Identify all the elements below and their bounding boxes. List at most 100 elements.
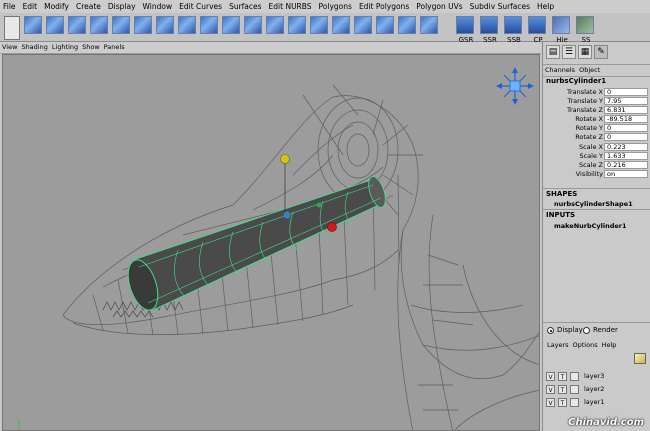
channel-row[interactable]: Translate Z 6.831	[543, 106, 650, 115]
layer-menu-options[interactable]: Options	[573, 341, 598, 349]
menu-edit-curves[interactable]: Edit Curves	[176, 2, 225, 11]
layer-menu-help[interactable]: Help	[602, 341, 617, 349]
shelf-tool-icon[interactable]	[222, 16, 240, 34]
layer-name[interactable]: layer3	[584, 372, 604, 381]
watermark: Chinavid.com	[568, 417, 644, 428]
channel-value-field[interactable]: 0.223	[604, 142, 648, 151]
layer-template-toggle[interactable]: T	[558, 385, 567, 394]
shelf-tool-cp[interactable]: CP	[528, 16, 546, 44]
create-new-layer-icon[interactable]	[634, 353, 646, 364]
render-layer-radio[interactable]	[583, 327, 590, 334]
shelf-tab-selector[interactable]	[4, 16, 20, 40]
show-attribute-editor-icon[interactable]: ☰	[562, 45, 576, 59]
menu-display[interactable]: Display	[105, 2, 139, 11]
panel-menu-shading[interactable]: Shading	[19, 43, 49, 51]
channel-object-name[interactable]: nurbsCylinder1	[546, 77, 606, 85]
shelf-tool-icon[interactable]	[156, 16, 174, 34]
layer-color-swatch[interactable]	[570, 398, 579, 407]
shelf-tool-icon[interactable]	[200, 16, 218, 34]
layer-template-toggle[interactable]: T	[558, 372, 567, 381]
channel-value-field[interactable]: 1.633	[604, 151, 648, 160]
shelf-tool-gsr[interactable]: GSR	[456, 16, 474, 44]
show-tool-settings-icon[interactable]: ▦	[578, 45, 592, 59]
channel-row[interactable]: Scale Z 0.216	[543, 160, 650, 170]
perspective-viewport[interactable]	[2, 54, 540, 431]
input-node-name[interactable]: makeNurbCylinder1	[554, 222, 627, 230]
display-layer-radio[interactable]	[547, 327, 554, 334]
channel-value-field[interactable]: 0	[604, 124, 648, 133]
channel-row[interactable]: Rotate X -89.518	[543, 115, 650, 124]
shape-node-name[interactable]: nurbsCylinderShape1	[554, 200, 633, 208]
channel-value-field[interactable]: 0	[604, 133, 648, 142]
shelf-tool-hie[interactable]: Hie	[552, 16, 570, 44]
channel-value-field[interactable]: on	[604, 169, 648, 178]
shelf-tool-icon[interactable]	[46, 16, 64, 34]
layer-row[interactable]: V T layer2	[546, 384, 648, 395]
shelf-tool-icon[interactable]	[288, 16, 306, 34]
layer-visibility-toggle[interactable]: V	[546, 372, 555, 381]
layer-menu-layers[interactable]: Layers	[547, 341, 569, 349]
shelf-tool-icon[interactable]	[332, 16, 350, 34]
channel-row[interactable]: Scale X 0.223	[543, 142, 650, 152]
show-channel-box-icon[interactable]: ▤	[546, 45, 560, 59]
shelf-tool-icon[interactable]	[112, 16, 130, 34]
menu-window[interactable]: Window	[140, 2, 176, 11]
layer-row[interactable]: V T layer1	[546, 397, 648, 408]
layer-name[interactable]: layer2	[584, 385, 604, 394]
channel-menu-object[interactable]: Object	[577, 66, 602, 74]
channel-row[interactable]: Visibility on	[543, 169, 650, 179]
menu-help[interactable]: Help	[534, 2, 557, 11]
shelf-tool-icon[interactable]	[376, 16, 394, 34]
view-axis-compass[interactable]	[496, 67, 534, 105]
shelf-tool-icon[interactable]	[68, 16, 86, 34]
panel-splitter[interactable]	[543, 322, 650, 323]
shelf-tool-icon[interactable]	[354, 16, 372, 34]
menu-edit-polygons[interactable]: Edit Polygons	[356, 2, 412, 11]
shelf-tool-icon[interactable]	[24, 16, 42, 34]
menu-modify[interactable]: Modify	[41, 2, 72, 11]
layer-color-swatch[interactable]	[570, 372, 579, 381]
shelf-tool-icon[interactable]	[244, 16, 262, 34]
nurbs-cylinder[interactable]	[123, 175, 389, 314]
shelf-tool-icon[interactable]	[90, 16, 108, 34]
shelf-tool-icon[interactable]	[420, 16, 438, 34]
menu-surfaces[interactable]: Surfaces	[226, 2, 264, 11]
menu-edit[interactable]: Edit	[20, 2, 41, 11]
layer-color-swatch[interactable]	[570, 385, 579, 394]
menu-edit-nurbs[interactable]: Edit NURBS	[266, 2, 315, 11]
shelf-tool-icon[interactable]	[266, 16, 284, 34]
menu-file[interactable]: File	[0, 2, 19, 11]
channel-row[interactable]: Scale Y 1.633	[543, 151, 650, 161]
channel-value-field[interactable]: 0	[604, 88, 648, 96]
layer-template-toggle[interactable]: T	[558, 398, 567, 407]
shelf-tool-icon[interactable]	[398, 16, 416, 34]
panel-menu-view[interactable]: View	[0, 43, 19, 51]
layer-visibility-toggle[interactable]: V	[546, 398, 555, 407]
channel-value-field[interactable]: 6.831	[604, 106, 648, 115]
menu-polygon-uvs[interactable]: Polygon UVs	[413, 2, 465, 11]
channel-value-field[interactable]: -89.518	[604, 115, 648, 124]
channel-row[interactable]: Translate Y 7.95	[543, 97, 650, 106]
layer-name[interactable]: layer1	[584, 398, 604, 407]
channel-box-paint-icon[interactable]: ✎	[594, 45, 608, 59]
panel-menu-lighting[interactable]: Lighting	[50, 43, 80, 51]
channel-menu-channels[interactable]: Channels	[543, 66, 577, 74]
shelf-tool-icon[interactable]	[310, 16, 328, 34]
menu-polygons[interactable]: Polygons	[316, 2, 355, 11]
channel-row[interactable]: Rotate Z0	[543, 133, 650, 142]
layer-visibility-toggle[interactable]: V	[546, 385, 555, 394]
channel-row[interactable]: Rotate Y0	[543, 124, 650, 133]
shelf-tool-ssr[interactable]: SSR	[480, 16, 498, 44]
panel-menu-show[interactable]: Show	[80, 43, 102, 51]
shelf-tool-icon[interactable]	[134, 16, 152, 34]
menu-create[interactable]: Create	[73, 2, 104, 11]
shelf-tool-ss[interactable]: SS	[576, 16, 594, 44]
shelf-tool-icon[interactable]	[178, 16, 196, 34]
channel-row[interactable]: Translate X0	[543, 88, 650, 97]
shelf-tool-ssb[interactable]: SSB	[504, 16, 522, 44]
panel-menu-panels[interactable]: Panels	[102, 43, 127, 51]
menu-subdiv-surfaces[interactable]: Subdiv Surfaces	[467, 2, 533, 11]
layer-row[interactable]: V T layer3	[546, 371, 648, 382]
channel-value-field[interactable]: 7.95	[604, 97, 648, 106]
channel-value-field[interactable]: 0.216	[604, 160, 648, 169]
